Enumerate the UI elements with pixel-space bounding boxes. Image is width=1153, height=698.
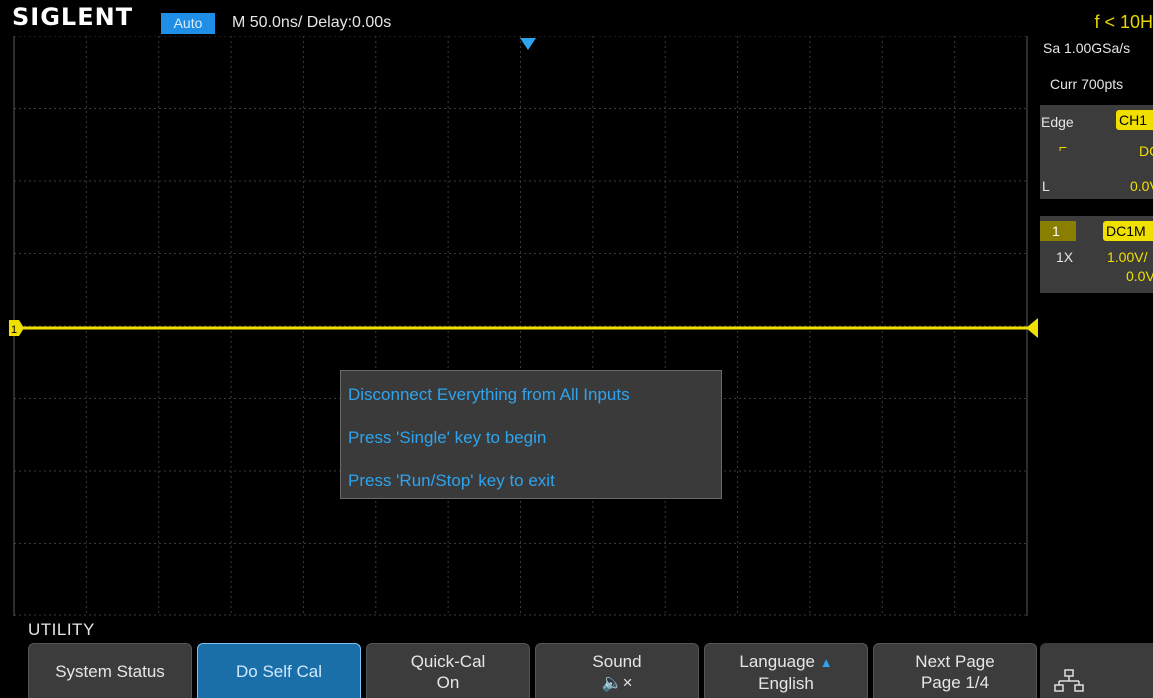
- sound-softkey[interactable]: Sound 🔈×: [535, 643, 699, 698]
- softkey-label: Language ▲: [705, 652, 867, 673]
- trigger-level: 0.0V: [1130, 178, 1153, 194]
- softkey-label: Sound: [592, 652, 642, 671]
- channel1-offset-marker[interactable]: 1: [9, 320, 24, 336]
- channel1-info-box: 1 DC1M 1X 1.00V/ 0.0V: [1040, 216, 1153, 293]
- dialog-message-begin: Press 'Single' key to begin: [348, 428, 547, 447]
- language-label: Language: [739, 652, 816, 671]
- channel-offset: 0.0V: [1126, 268, 1153, 284]
- graticule: 1: [9, 36, 1038, 616]
- trigger-level-marker[interactable]: [1026, 318, 1038, 338]
- trigger-frequency-readout: f < 10H: [1094, 12, 1153, 32]
- acquire-mode-badge: Auto: [161, 13, 215, 34]
- siglent-logo: SIGLENT: [12, 3, 134, 31]
- rising-edge-icon: ⌐: [1059, 139, 1068, 155]
- channel-scale: 1.00V/: [1107, 249, 1148, 265]
- network-icon: [1054, 669, 1084, 692]
- language-softkey[interactable]: Language ▲ English: [704, 643, 868, 698]
- dialog-message-exit: Press 'Run/Stop' key to exit: [348, 471, 555, 490]
- softkey-label: Do Self Cal: [236, 662, 322, 681]
- next-page-softkey[interactable]: Next Page Page 1/4: [873, 643, 1037, 698]
- channel-coupling: DC1M: [1103, 221, 1153, 241]
- quick-cal-softkey[interactable]: Quick-Cal On: [366, 643, 530, 698]
- channel1-marker-label: 1: [11, 324, 17, 336]
- timebase-readout: M 50.0ns/ Delay:0.00s: [232, 14, 392, 31]
- do-self-cal-softkey[interactable]: Do Self Cal: [197, 643, 361, 698]
- trigger-source: CH1: [1116, 110, 1153, 130]
- softkey-label: Next Page: [915, 652, 995, 671]
- up-arrow-icon: ▲: [819, 655, 833, 670]
- softkey-label: Quick-Cal: [410, 652, 486, 671]
- status-bar: SIGLENT Auto M 50.0ns/ Delay:0.00s f < 1…: [0, 0, 1153, 36]
- sound-muted-icon: 🔈×: [601, 673, 633, 692]
- trigger-info-box: Edge CH1 ⌐ DC L 0.0V: [1040, 105, 1153, 199]
- trigger-position-marker[interactable]: [520, 38, 536, 50]
- system-status-softkey[interactable]: System Status: [28, 643, 192, 698]
- softkey-value: English: [758, 674, 814, 693]
- waveform-display: 1: [0, 36, 1040, 616]
- softkey-value: Page 1/4: [920, 673, 990, 692]
- menu-title: UTILITY: [28, 620, 95, 639]
- current-points: Curr 700pts: [1050, 76, 1124, 92]
- trigger-type: Edge: [1041, 114, 1074, 130]
- trigger-level-label: L: [1042, 178, 1050, 194]
- channel-probe: 1X: [1056, 249, 1074, 265]
- network-status: [1040, 643, 1153, 698]
- info-panel: Sa 1.00GSa/s Curr 700pts Edge CH1 ⌐ DC L…: [1040, 36, 1153, 616]
- trigger-coupling: DC: [1139, 143, 1153, 159]
- channel-number: 1: [1040, 221, 1076, 241]
- softkey-bar: System Status Do Self Cal Quick-Cal On S…: [28, 643, 1153, 698]
- dialog-message-disconnect: Disconnect Everything from All Inputs: [348, 385, 630, 404]
- sample-rate: Sa 1.00GSa/s: [1043, 40, 1131, 56]
- softkey-label: System Status: [55, 662, 165, 681]
- softkey-value: On: [436, 673, 460, 692]
- self-cal-dialog: Disconnect Everything from All Inputs Pr…: [340, 370, 722, 499]
